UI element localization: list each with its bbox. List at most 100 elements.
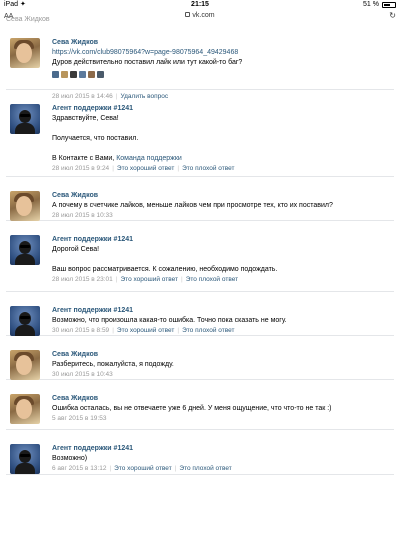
separator: | bbox=[181, 276, 183, 283]
avatar-face bbox=[16, 355, 32, 375]
message-line bbox=[52, 255, 390, 265]
author-name[interactable]: Сева Жидков bbox=[52, 394, 390, 404]
address-bar[interactable]: AA vk.com ↻ bbox=[0, 10, 400, 21]
photo-thumbnail[interactable] bbox=[52, 71, 59, 78]
message-content: Агент поддержки #1241 Здравствуйте, Сева!… bbox=[52, 104, 394, 174]
battery-percent: 51 % bbox=[363, 1, 379, 8]
clock: 21:15 bbox=[191, 1, 209, 8]
message-meta: 28 июл 2015 в 9:24 | Это хороший ответ | Это… bbox=[52, 164, 390, 174]
message-content: Сева Жидков А почему в счетчике лайков, м… bbox=[52, 191, 394, 221]
author-name[interactable]: Сева Жидков bbox=[52, 38, 390, 48]
message-date[interactable]: 28 июл 2015 в 23:01 bbox=[52, 276, 113, 283]
avatar-face bbox=[16, 43, 32, 63]
message-meta: 30 июл 2015 в 10:43 bbox=[52, 370, 390, 380]
message-date[interactable]: 30 июл 2015 в 8:59 bbox=[52, 327, 109, 334]
support-team-link[interactable]: Команда поддержки bbox=[116, 155, 182, 162]
avatar[interactable] bbox=[10, 191, 40, 221]
support-message: Агент поддержки #1241 Возможно, что произ… bbox=[6, 292, 394, 336]
separator: | bbox=[174, 465, 177, 472]
bad-answer-link[interactable]: Это плохой ответ bbox=[182, 165, 234, 172]
avatar-body bbox=[15, 254, 35, 265]
photo-thumbnail[interactable] bbox=[97, 71, 104, 78]
author-name[interactable]: Агент поддержки #1241 bbox=[52, 235, 390, 245]
good-answer-link[interactable]: Это хороший ответ bbox=[114, 465, 172, 472]
separator: | bbox=[115, 276, 118, 283]
avatar[interactable] bbox=[10, 350, 40, 380]
signature-text: В Контакте с Вами, bbox=[52, 155, 117, 162]
separator: | bbox=[177, 165, 180, 172]
photo-thumbnail[interactable] bbox=[88, 71, 95, 78]
user-message: Сева Жидков https://vk.com/club98075964?w… bbox=[6, 24, 394, 100]
separator: | bbox=[112, 165, 114, 172]
message-date[interactable]: 30 июл 2015 в 10:43 bbox=[52, 371, 113, 378]
support-message: Агент поддержки #1241 Дорогой Сева! Ваш в… bbox=[6, 221, 394, 292]
message-date[interactable]: 28 июл 2015 в 9:24 bbox=[52, 165, 109, 172]
message-thread: Сева Жидков https://vk.com/club98075964?w… bbox=[0, 24, 400, 475]
bad-answer-link[interactable]: Это плохой ответ bbox=[182, 327, 234, 334]
avatar-body bbox=[15, 325, 35, 336]
message-date[interactable]: 6 авг 2015 в 13:12 bbox=[52, 465, 106, 472]
message-date[interactable]: 28 июл 2015 в 10:33 bbox=[52, 212, 113, 219]
message-content: Агент поддержки #1241 Возможно) 6 авг 2015… bbox=[52, 444, 394, 474]
author-name[interactable]: Сева Жидков bbox=[52, 191, 390, 201]
author-name[interactable]: Агент поддержки #1241 bbox=[52, 306, 390, 316]
avatar-glasses bbox=[20, 454, 30, 457]
photo-thumbnail[interactable] bbox=[61, 71, 68, 78]
message-date[interactable]: 5 авг 2015 в 19:53 bbox=[52, 415, 106, 422]
message-meta: 28 июл 2015 в 10:33 bbox=[52, 211, 390, 221]
message-content: Сева Жидков Разберитесь, пожалуйста, я по… bbox=[52, 350, 394, 380]
message-link[interactable]: https://vk.com/club98075964?w=page-98075… bbox=[52, 48, 390, 58]
url-text[interactable]: vk.com bbox=[192, 12, 214, 19]
message-text: Ошибка осталась, вы не отвечаете уже 6 д… bbox=[52, 405, 332, 412]
separator: | bbox=[112, 327, 114, 334]
message-meta: 5 авг 2015 в 19:53 bbox=[52, 414, 390, 424]
message-line: Получается, что поставил. bbox=[52, 135, 139, 142]
user-message: Сева Жидков Ошибка осталась, вы не отвеча… bbox=[6, 380, 394, 430]
battery-indicator: 51 % bbox=[363, 0, 396, 10]
avatar[interactable] bbox=[10, 235, 40, 265]
avatar-face bbox=[16, 196, 32, 216]
avatar-body bbox=[15, 123, 35, 134]
battery-icon bbox=[382, 2, 396, 8]
avatar-glasses bbox=[20, 316, 30, 319]
user-message: Сева Жидков А почему в счетчике лайков, м… bbox=[6, 177, 394, 221]
avatar-body bbox=[15, 463, 35, 474]
avatar[interactable] bbox=[10, 38, 40, 68]
message-line: Дорогой Сева! bbox=[52, 246, 100, 253]
message-meta: 30 июл 2015 в 8:59 | Это хороший ответ | Это… bbox=[52, 326, 390, 336]
photo-thumbnail[interactable] bbox=[79, 71, 86, 78]
author-name[interactable]: Сева Жидков bbox=[52, 350, 390, 360]
separator: | bbox=[109, 465, 112, 472]
photo-thumbnail[interactable] bbox=[70, 71, 77, 78]
bad-answer-link[interactable]: Это плохой ответ bbox=[186, 276, 238, 283]
message-content: Агент поддержки #1241 Возможно, что произ… bbox=[52, 306, 394, 336]
signature: В Контакте с Вами, Команда поддержки bbox=[52, 154, 390, 164]
message-text: А почему в счетчике лайков, меньше лайко… bbox=[52, 202, 333, 209]
message-line: Возможно, что произошла какая-то ошибка.… bbox=[52, 317, 287, 324]
lock-icon bbox=[185, 12, 191, 17]
message-text: Разберитесь, пожалуйста, я подожду. bbox=[52, 361, 174, 368]
message-text: Дуров действительно поставил лайк или ту… bbox=[52, 59, 243, 66]
message-line: Здравствуйте, Сева! bbox=[52, 115, 119, 122]
support-message: Агент поддержки #1241 Здравствуйте, Сева!… bbox=[6, 90, 394, 177]
message-line: Возможно) bbox=[52, 455, 88, 462]
avatar[interactable] bbox=[10, 394, 40, 424]
attached-photos[interactable] bbox=[52, 71, 390, 78]
avatar[interactable] bbox=[10, 444, 40, 474]
message-line: Ваш вопрос рассматривается. К сожалению,… bbox=[52, 266, 278, 273]
message-line bbox=[52, 144, 390, 154]
message-meta: 28 июл 2015 в 23:01 | Это хороший ответ | Эт… bbox=[52, 275, 390, 285]
message-content: Сева Жидков Ошибка осталась, вы не отвеча… bbox=[52, 394, 394, 424]
avatar[interactable] bbox=[10, 104, 40, 134]
reload-icon[interactable]: ↻ bbox=[389, 10, 396, 21]
good-answer-link[interactable]: Это хороший ответ bbox=[117, 327, 175, 334]
avatar-glasses bbox=[20, 245, 30, 248]
author-name[interactable]: Агент поддержки #1241 bbox=[52, 104, 390, 114]
author-name[interactable]: Агент поддержки #1241 bbox=[52, 444, 390, 454]
avatar-face bbox=[16, 399, 32, 419]
separator: | bbox=[177, 327, 180, 334]
bad-answer-link[interactable]: Это плохой ответ bbox=[179, 465, 231, 472]
good-answer-link[interactable]: Это хороший ответ bbox=[121, 276, 179, 283]
avatar[interactable] bbox=[10, 306, 40, 336]
good-answer-link[interactable]: Это хороший ответ bbox=[117, 165, 175, 172]
